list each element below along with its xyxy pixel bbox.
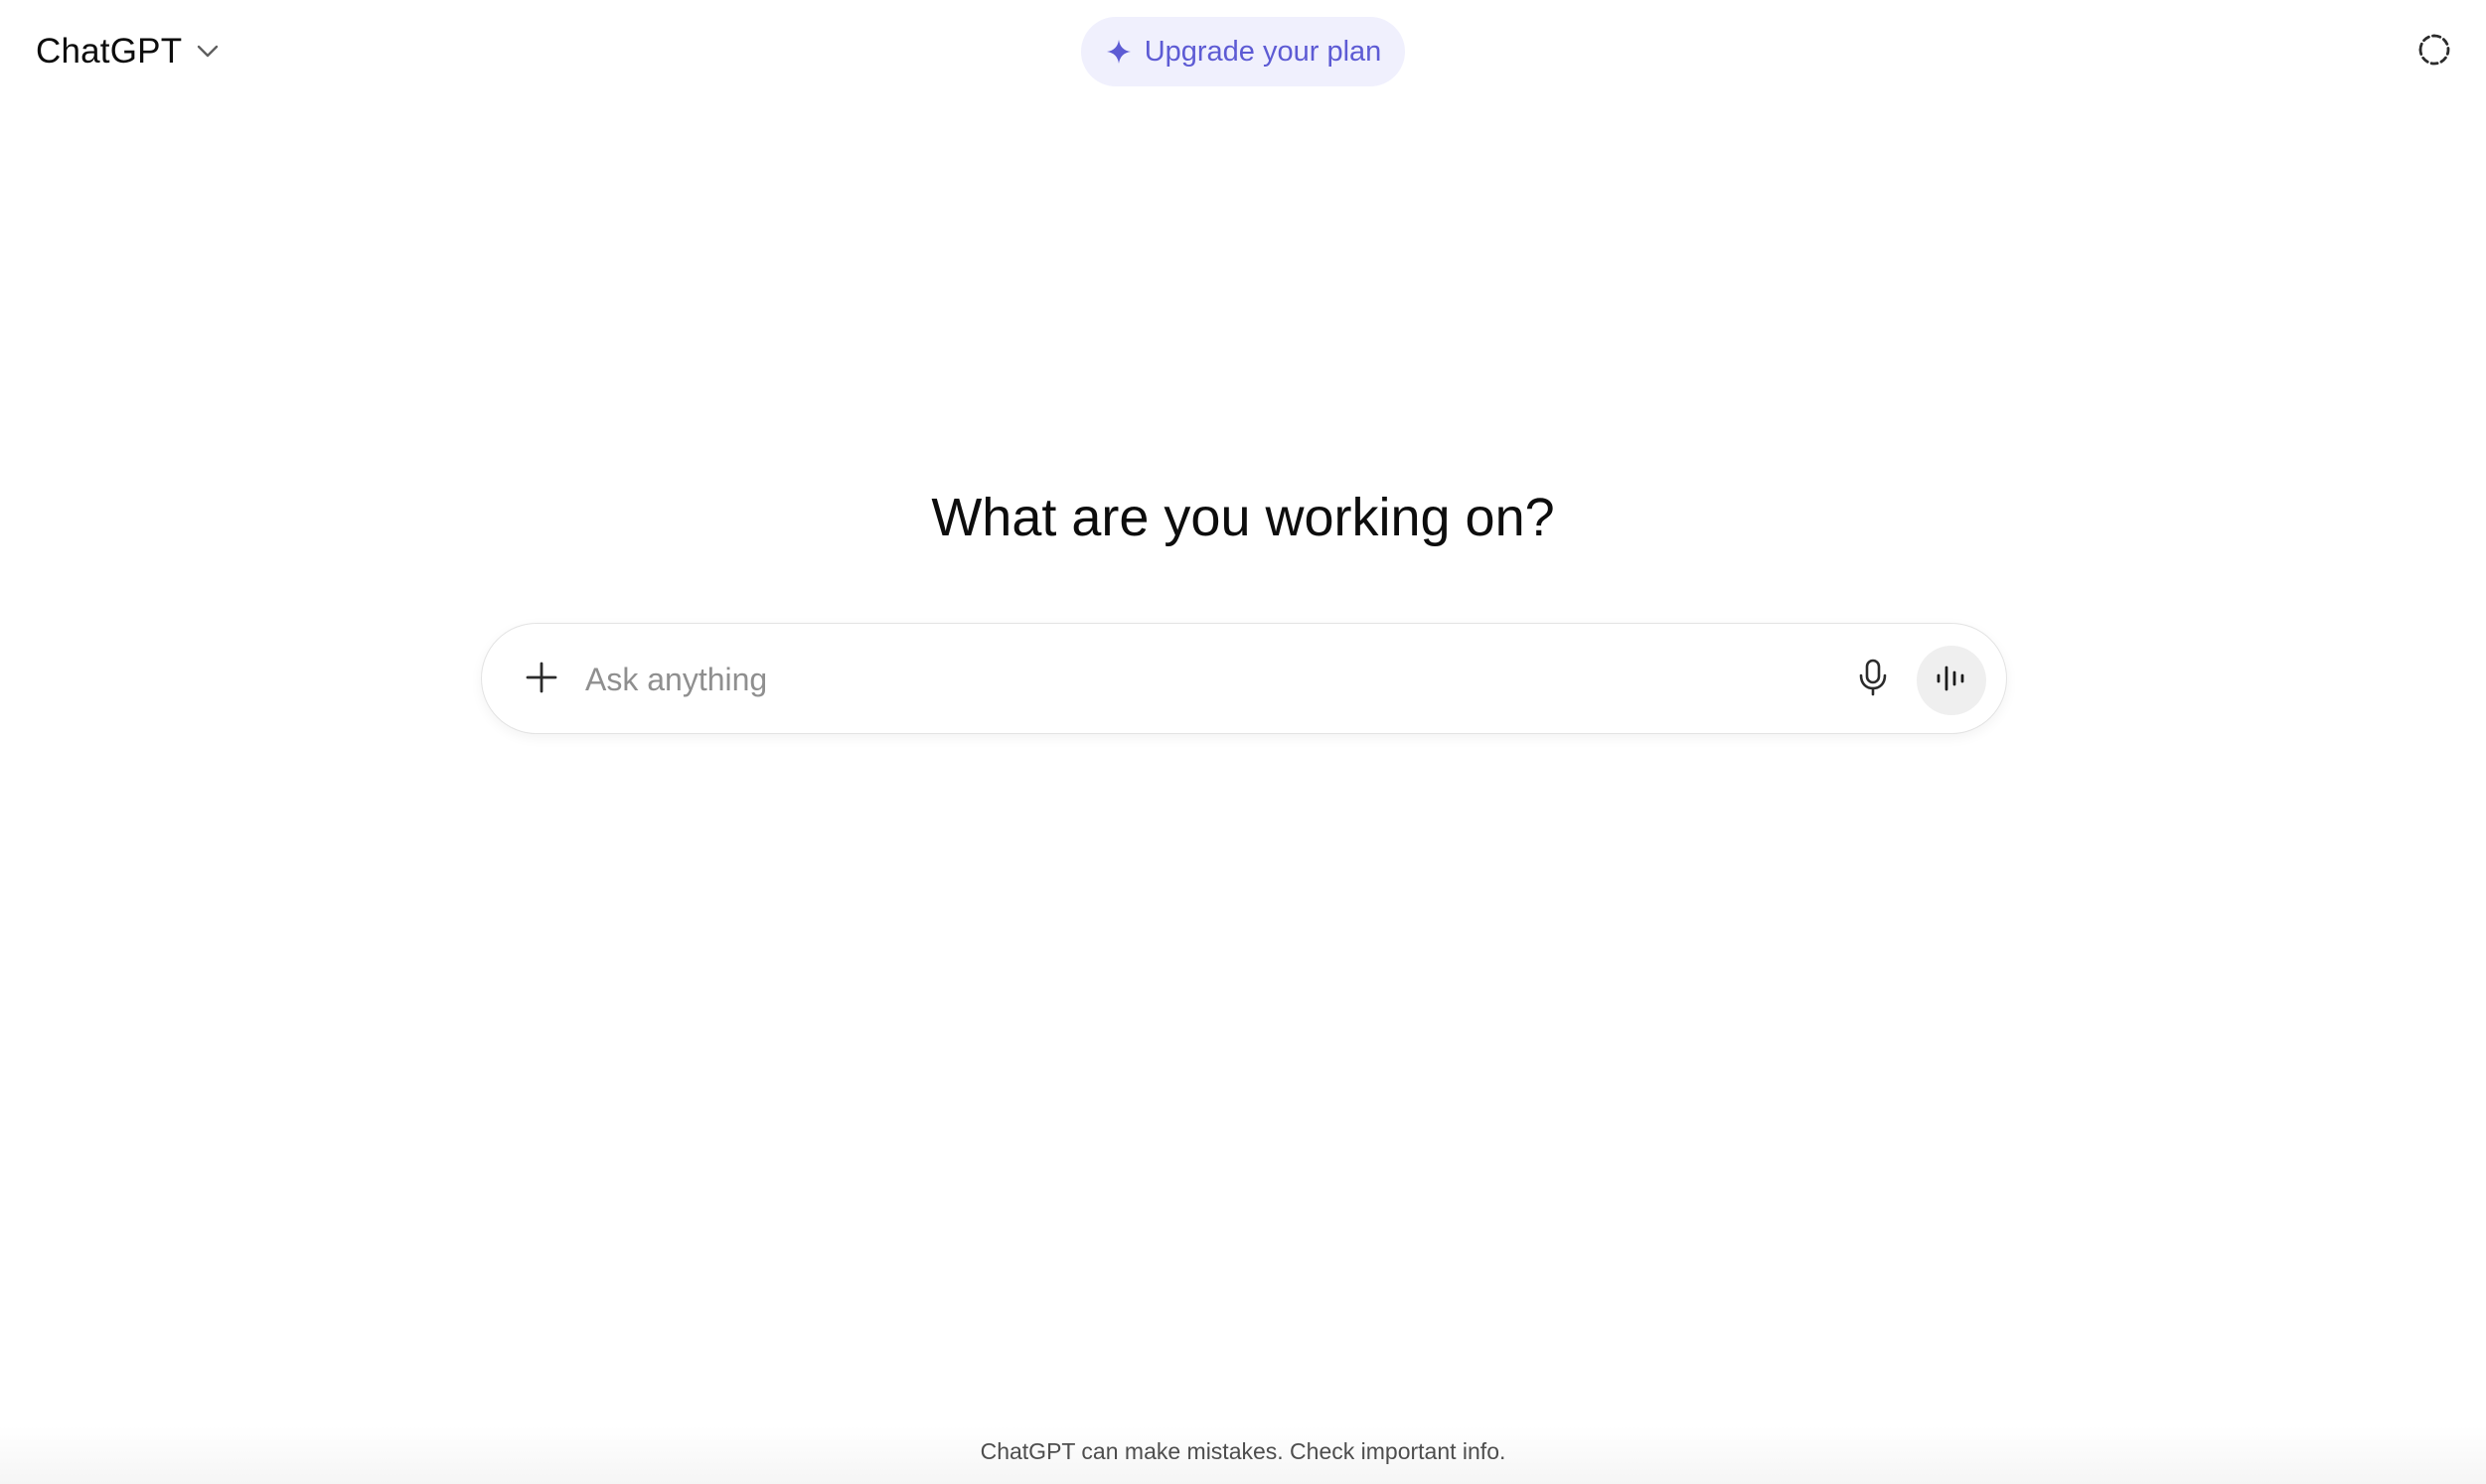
voice-mode-button[interactable] — [1917, 646, 1986, 715]
voice-waveform-icon — [1936, 666, 1967, 696]
upgrade-plan-label: Upgrade your plan — [1144, 35, 1382, 68]
dictate-button[interactable] — [1847, 654, 1899, 705]
temporary-chat-button[interactable] — [2414, 32, 2454, 72]
model-switcher-button[interactable]: ChatGPT — [36, 24, 220, 79]
chatgpt-home: ChatGPT Upgrade your plan What are you w… — [0, 0, 2486, 1484]
plus-icon — [525, 661, 558, 699]
attach-button[interactable] — [518, 656, 565, 703]
temporary-chat-icon — [2416, 32, 2452, 73]
upgrade-plan-button[interactable]: Upgrade your plan — [1081, 17, 1405, 86]
page-title: What are you working on? — [931, 488, 1555, 547]
prompt-input[interactable] — [585, 650, 1698, 709]
model-name: ChatGPT — [36, 32, 183, 71]
prompt-composer — [481, 623, 2007, 734]
disclaimer-text: ChatGPT can make mistakes. Check importa… — [980, 1438, 1506, 1464]
microphone-icon — [1858, 659, 1888, 701]
sparkle-icon — [1105, 38, 1133, 66]
chevron-down-icon — [196, 40, 220, 64]
